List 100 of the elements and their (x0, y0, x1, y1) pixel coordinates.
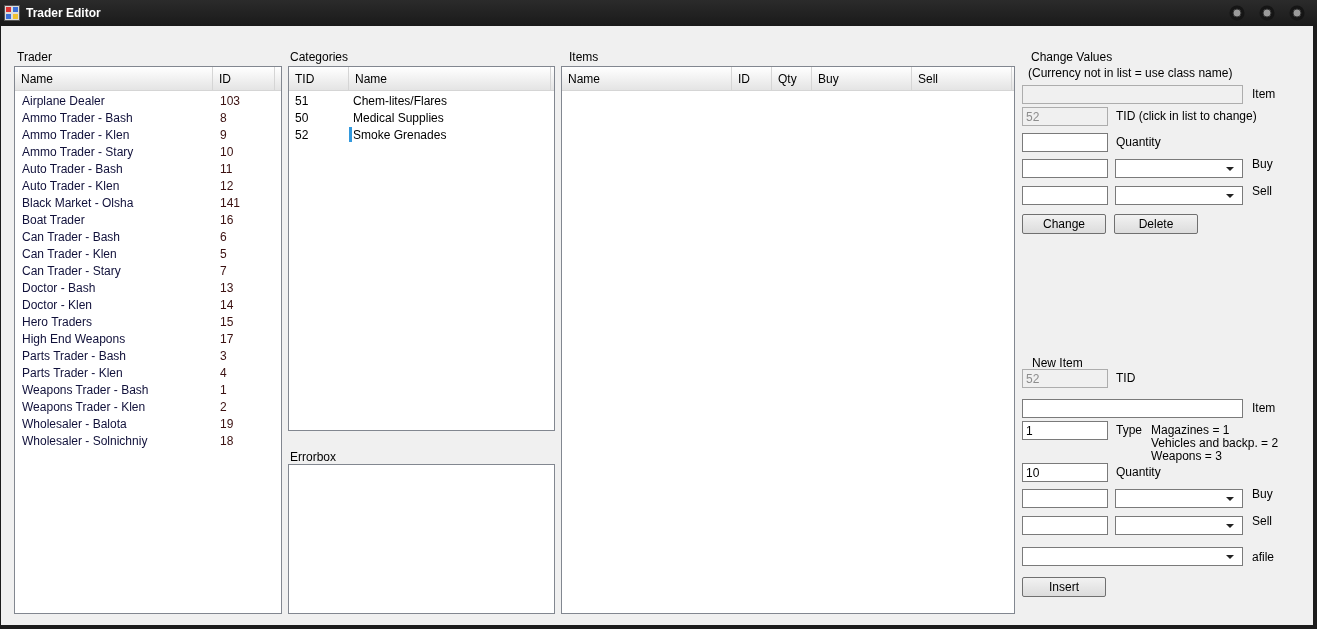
trader-name[interactable]: Doctor - Bash (15, 278, 213, 297)
category-name[interactable]: Smoke Grenades (353, 125, 447, 144)
trader-name[interactable]: Ammo Trader - Stary (15, 142, 213, 161)
trader-id: 12 (219, 177, 234, 195)
trader-id: 10 (219, 143, 234, 161)
group-label: Items (569, 49, 600, 66)
group-label: Trader (17, 49, 53, 66)
type-note: Vehicles and backp. = 2 (1151, 437, 1279, 450)
field-label: afile (1252, 548, 1274, 566)
dropdown-arrow-icon (1226, 496, 1234, 501)
column-header[interactable]: Name (15, 67, 213, 90)
column-header[interactable]: ID (213, 67, 275, 90)
action-button[interactable]: Insert (1022, 577, 1106, 597)
trader-name[interactable]: Weapons Trader - Bash (15, 380, 213, 399)
action-button[interactable]: Change (1022, 214, 1106, 234)
category-tid: 51 (294, 92, 310, 110)
group-label: Errorbox (290, 449, 337, 464)
field-label: Item (1252, 86, 1276, 103)
column-header[interactable]: Sell (912, 67, 1012, 90)
trader-name[interactable]: Ammo Trader - Bash (15, 108, 213, 127)
text-field[interactable] (1022, 133, 1108, 152)
trader-name[interactable]: Airplane Dealer (15, 91, 213, 110)
trader-name[interactable]: Auto Trader - Klen (15, 176, 213, 195)
window-control-icon[interactable] (1289, 5, 1305, 21)
trader-id: 6 (219, 228, 227, 246)
categories-list[interactable]: TID Name 51 Chem-lites/Flares 50 Medical Supplies 52 Smoke Grenades (288, 66, 555, 431)
window-control-icon[interactable] (1259, 5, 1275, 21)
section-title: Change Values (1031, 49, 1114, 64)
errorbox-field[interactable] (288, 464, 555, 614)
trader-name[interactable]: Weapons Trader - Klen (15, 397, 213, 416)
trader-id: 4 (219, 364, 227, 382)
category-name[interactable]: Chem-lites/Flares (353, 91, 448, 110)
type-note: Magazines = 1 (1151, 424, 1231, 437)
dropdown-arrow-icon (1226, 523, 1234, 528)
column-header[interactable]: Name (349, 67, 551, 90)
window-control-icon[interactable] (1229, 5, 1245, 21)
column-header[interactable]: Buy (812, 67, 912, 90)
dropdown[interactable] (1115, 516, 1243, 535)
text-field[interactable] (1022, 398, 1243, 418)
trader-name[interactable]: Auto Trader - Bash (15, 159, 213, 178)
trader-id: 11 (219, 160, 233, 178)
group-label: Categories (290, 49, 350, 66)
text-field[interactable] (1022, 516, 1108, 535)
field-label: Buy (1252, 156, 1273, 173)
section-title: New Item (1032, 355, 1084, 369)
currency-note: (Currency not in list = use class name) (1028, 65, 1234, 81)
field-label: Item (1252, 400, 1276, 417)
trader-id: 2 (219, 398, 227, 416)
trader-id: 3 (219, 347, 227, 365)
trader-name[interactable]: Doctor - Klen (15, 295, 213, 314)
trader-name[interactable]: Boat Trader (15, 210, 213, 229)
trader-name[interactable]: Black Market - Olsha (15, 193, 213, 212)
trader-name[interactable]: Wholesaler - Balota (15, 414, 213, 433)
trader-id: 18 (219, 432, 234, 450)
column-header[interactable]: Qty (772, 67, 812, 90)
text-field[interactable] (1022, 186, 1108, 205)
items-list[interactable]: Name ID Qty Buy Sell (561, 66, 1015, 614)
trader-list[interactable] (14, 66, 282, 614)
column-header[interactable]: Name (562, 67, 732, 90)
category-name[interactable]: Medical Supplies (353, 108, 444, 127)
trader-name[interactable]: Hero Traders (15, 312, 213, 331)
dropdown[interactable] (1115, 159, 1243, 178)
trader-name[interactable]: Can Trader - Stary (15, 261, 213, 280)
trader-id: 5 (219, 245, 227, 263)
trader-name[interactable]: Can Trader - Bash (15, 227, 213, 246)
trader-id: 103 (219, 92, 241, 110)
trader-name[interactable]: Wholesaler - Solnichniy (15, 431, 213, 450)
trader-id: 16 (219, 211, 234, 229)
action-button[interactable]: Delete (1114, 214, 1198, 234)
category-tid: 52 (294, 126, 310, 144)
trader-name[interactable]: Parts Trader - Bash (15, 346, 213, 365)
text-field[interactable]: 10 (1022, 463, 1108, 482)
dropdown[interactable] (1115, 186, 1243, 205)
window-title: Trader Editor (26, 5, 101, 22)
trader-name[interactable]: Can Trader - Klen (15, 244, 213, 263)
field-label: Sell (1252, 513, 1272, 530)
dropdown[interactable] (1022, 547, 1243, 566)
trader-id: 1 (219, 381, 227, 399)
text-field[interactable]: 1 (1022, 421, 1108, 440)
field-label: Quantity (1116, 134, 1161, 151)
column-header[interactable]: TID (289, 67, 349, 90)
text-field[interactable] (1022, 489, 1108, 508)
trader-id: 8 (219, 109, 227, 127)
field-label: Buy (1252, 486, 1273, 503)
dropdown[interactable] (1115, 489, 1243, 508)
field-label: TID (1116, 370, 1136, 387)
trader-name[interactable]: Parts Trader - Klen (15, 363, 213, 382)
trader-id: 14 (219, 296, 234, 314)
trader-id: 17 (219, 330, 234, 348)
trader-id: 19 (219, 415, 234, 433)
text-field[interactable] (1022, 159, 1108, 178)
trader-name[interactable]: High End Weapons (15, 329, 213, 348)
category-tid: 50 (294, 109, 310, 127)
type-note: Weapons = 3 (1151, 450, 1223, 463)
dropdown-arrow-icon (1226, 554, 1234, 559)
field-label: Quantity (1116, 464, 1161, 481)
field-label: TID (click in list to change) (1116, 108, 1257, 125)
trader-id: 13 (219, 279, 234, 297)
trader-name[interactable]: Ammo Trader - Klen (15, 125, 213, 144)
column-header[interactable]: ID (732, 67, 772, 90)
